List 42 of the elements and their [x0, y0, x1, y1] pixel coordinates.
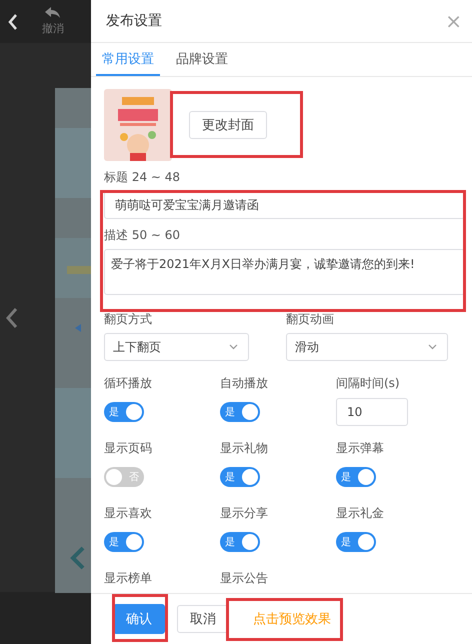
- field-label: 翻页动画: [286, 311, 335, 328]
- dialog-title: 发布设置: [106, 12, 162, 30]
- toggle-switch[interactable]: 是: [220, 532, 260, 552]
- option-label: 显示公告: [220, 570, 269, 587]
- select-field[interactable]: 上下翻页: [104, 333, 249, 361]
- select-field[interactable]: 滑动: [286, 333, 448, 361]
- field-label: 描述 50 ~ 60: [104, 227, 182, 244]
- chevron-down-icon: [229, 344, 238, 350]
- confirm-button[interactable]: 确认: [113, 604, 165, 634]
- option-label: 显示弹幕: [336, 440, 385, 457]
- tab[interactable]: 品牌设置: [170, 43, 234, 76]
- chevron-down-icon: [428, 344, 437, 350]
- option-label: 显示礼金: [336, 505, 385, 522]
- toggle-switch[interactable]: 是: [336, 532, 376, 552]
- option-label: 自动播放: [220, 375, 269, 392]
- option-label: 显示榜单: [104, 570, 153, 587]
- back-icon[interactable]: [8, 14, 18, 30]
- tab[interactable]: 常用设置: [96, 43, 160, 76]
- toggle-switch[interactable]: 是: [336, 467, 376, 487]
- close-button[interactable]: ×: [441, 9, 466, 33]
- undo-icon: [45, 7, 61, 19]
- option-label: 显示礼物: [220, 440, 269, 457]
- option-label: 显示页码: [104, 440, 153, 457]
- toggle-switch[interactable]: 是: [104, 532, 144, 552]
- option-label: 间隔时间(s): [336, 375, 401, 392]
- undo-button[interactable]: 撤消: [42, 7, 64, 36]
- chevron-left-icon[interactable]: [6, 306, 18, 328]
- highlight-frame: [112, 594, 168, 642]
- toggle-switch[interactable]: 是: [104, 402, 144, 422]
- option-label: 显示喜欢: [104, 505, 153, 522]
- preview-link[interactable]: 点击预览效果: [249, 610, 335, 628]
- toggle-switch[interactable]: 是: [220, 467, 260, 487]
- cancel-button[interactable]: 取消: [177, 605, 229, 633]
- option-label: 显示分享: [220, 505, 269, 522]
- option-label: 循环播放: [104, 375, 153, 392]
- change-cover-button[interactable]: 更改封面: [189, 111, 267, 139]
- interval-input[interactable]: 10: [336, 398, 408, 426]
- title-input[interactable]: 萌萌哒可爱宝宝满月邀请函: [104, 191, 465, 219]
- toggle-switch[interactable]: 是: [220, 402, 260, 422]
- field-label: 标题 24 ~ 48: [104, 169, 182, 186]
- field-label: 翻页方式: [104, 311, 153, 328]
- description-textarea[interactable]: 爱子将于2021年X月X日举办满月宴，诚挚邀请您的到来!: [104, 249, 465, 295]
